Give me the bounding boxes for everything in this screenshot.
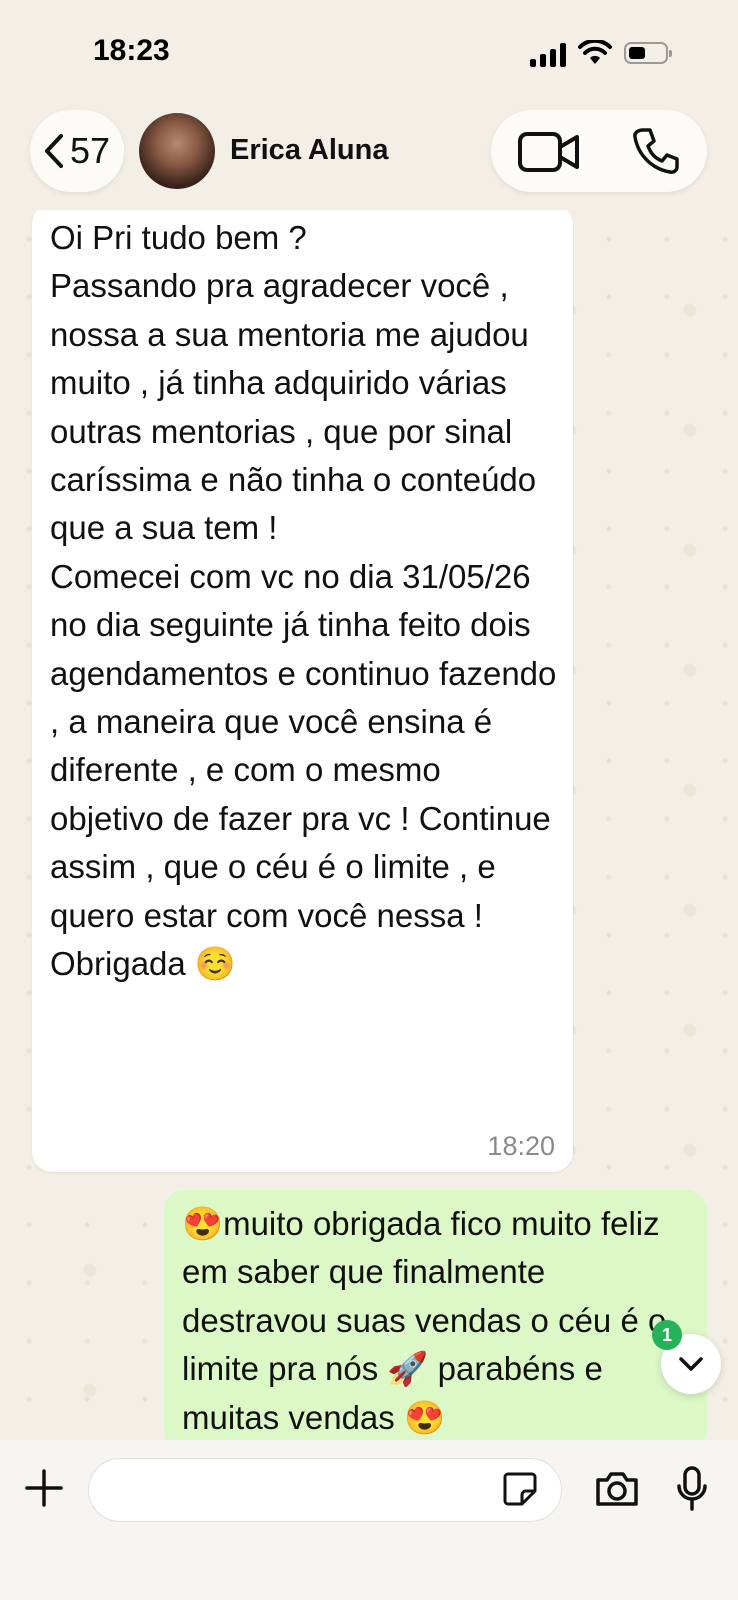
camera-icon[interactable] (594, 1470, 640, 1508)
chat-area[interactable]: Oi Pri tudo bem ? Passando pra agradecer… (0, 210, 738, 1440)
incoming-message[interactable]: Oi Pri tudo bem ? Passando pra agradecer… (32, 210, 573, 1172)
video-call-icon[interactable] (517, 130, 581, 174)
sticker-icon[interactable] (502, 1471, 538, 1507)
chat-header: 57 Erica Aluna (0, 100, 738, 210)
microphone-icon[interactable] (676, 1466, 708, 1512)
outgoing-message[interactable]: 😍muito obrigada fico muito feliz em sabe… (164, 1190, 707, 1440)
composer-bar (0, 1440, 738, 1600)
message-input[interactable] (88, 1458, 562, 1522)
signal-icon (530, 43, 566, 67)
contact-name[interactable]: Erica Aluna (230, 134, 388, 167)
chevron-down-icon (679, 1357, 703, 1371)
status-time: 18:23 (93, 34, 170, 67)
phone-icon[interactable] (631, 126, 681, 176)
chevron-left-icon (44, 134, 63, 168)
plus-icon[interactable] (24, 1468, 64, 1508)
back-button[interactable]: 57 (30, 110, 124, 192)
avatar[interactable] (139, 113, 215, 189)
unread-badge: 1 (652, 1320, 682, 1350)
wifi-icon (578, 40, 612, 64)
unread-count: 57 (69, 130, 111, 171)
battery-icon (624, 42, 672, 64)
message-text: Oi Pri tudo bem ? Passando pra agradecer… (50, 219, 557, 983)
status-bar: 18:23 (0, 0, 738, 100)
message-time: 18:20 (487, 1131, 555, 1161)
message-text: 😍muito obrigada fico muito feliz em sabe… (182, 1205, 667, 1436)
call-actions (491, 110, 707, 192)
